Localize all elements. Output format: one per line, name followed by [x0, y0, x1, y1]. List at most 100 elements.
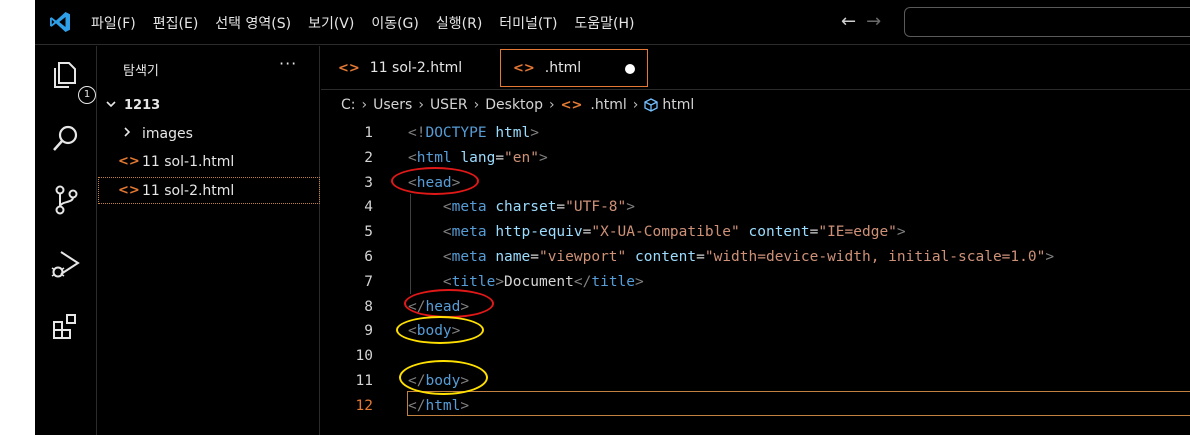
code-line[interactable]: 7 <title>Document</title>: [321, 270, 1190, 295]
code-token: html: [425, 397, 461, 414]
code-token: html: [495, 125, 531, 141]
explorer-icon[interactable]: 1: [49, 58, 96, 104]
code-line[interactable]: 3 <head>: [321, 171, 1190, 196]
code-text: </body>: [408, 369, 469, 394]
tab-html-active[interactable]: <> .html: [500, 49, 648, 87]
code-line[interactable]: 11 </body>: [321, 369, 1190, 394]
explorer-badge: 1: [78, 86, 96, 104]
tree-item-label: 11 sol-2.html: [142, 182, 235, 199]
code-text: <head>: [408, 171, 460, 196]
code-line[interactable]: 4 <meta charset="UTF-8">: [321, 195, 1190, 220]
tree-item-images[interactable]: images: [98, 120, 320, 147]
menu-help[interactable]: 도움말(H): [574, 13, 634, 33]
code-text: <meta http-equiv="X-UA-Compatible" conte…: [408, 220, 906, 245]
back-arrow-icon[interactable]: ←: [841, 11, 856, 32]
more-actions-icon[interactable]: ···: [279, 54, 297, 73]
tree-item-label: 11 sol-1.html: [142, 153, 235, 170]
code-text: <title>Document</title>: [408, 270, 644, 295]
code-line[interactable]: 10: [321, 344, 1190, 369]
code-line[interactable]: 5 <meta http-equiv="X-UA-Compatible" con…: [321, 220, 1190, 245]
code-line[interactable]: 9 <body>: [321, 319, 1190, 344]
code-token: meta: [451, 224, 496, 241]
code-token: <: [442, 224, 452, 241]
breadcrumb-users[interactable]: Users: [373, 97, 412, 113]
code-token: body: [425, 373, 461, 389]
code-token: >: [896, 224, 906, 241]
code-line[interactable]: 6 <meta name="viewport" content="width=d…: [321, 245, 1190, 270]
tab-sol-2[interactable]: <> 11 sol-2.html: [331, 49, 491, 87]
line-number: 3: [364, 174, 373, 191]
explorer-sidebar: 탐색기 ··· 1213 images <> 11 sol-1.html <> …: [98, 46, 320, 435]
code-token: title: [591, 273, 636, 290]
code-text: <html lang="en">: [408, 146, 548, 171]
symbol-element-icon: [644, 98, 659, 112]
activity-bar: 1: [35, 46, 97, 435]
code-token: charset: [495, 199, 557, 216]
breadcrumb-file[interactable]: .html: [590, 97, 626, 113]
code-token: content: [635, 249, 697, 265]
command-center-search[interactable]: [904, 7, 1190, 37]
html-file-icon: <>: [560, 97, 583, 113]
folder-root[interactable]: 1213: [98, 92, 320, 119]
line-number: 4: [364, 199, 373, 216]
unsaved-dot-icon[interactable]: [625, 64, 635, 74]
vscode-logo-icon: [50, 12, 70, 32]
code-token: </: [573, 273, 592, 290]
code-line[interactable]: 2 <html lang="en">: [321, 146, 1190, 171]
code-token: >: [460, 397, 470, 414]
code-token: =: [530, 249, 539, 265]
code-token: meta: [451, 249, 496, 265]
code-line[interactable]: 8 </head>: [321, 295, 1190, 320]
source-control-icon[interactable]: [49, 183, 83, 217]
code-token: >: [530, 125, 539, 141]
code-token: "width=device-width, initial-scale=1.0": [704, 249, 1046, 265]
menu-terminal[interactable]: 터미널(T): [499, 13, 557, 33]
code-token: "X-UA-Compatible": [591, 224, 740, 241]
run-debug-icon[interactable]: [49, 247, 83, 281]
files-icon: [54, 62, 76, 88]
breadcrumb-user[interactable]: USER: [430, 97, 468, 113]
tree-item-sol-1[interactable]: <> 11 sol-1.html: [98, 148, 320, 175]
code-token: <: [442, 273, 452, 290]
code-token: </: [408, 298, 426, 315]
html-file-icon: <>: [118, 183, 140, 198]
breadcrumb-symbol[interactable]: html: [662, 97, 694, 113]
code-token: head: [416, 174, 452, 191]
menu-file[interactable]: 파일(F): [91, 13, 136, 33]
tab-label: .html: [544, 60, 582, 76]
menu-view[interactable]: 보기(V): [308, 13, 354, 33]
code-text: </head>: [408, 295, 469, 320]
code-token: =: [495, 149, 505, 166]
code-text: <meta name="viewport" content="width=dev…: [408, 245, 1054, 270]
code-token: http-equiv: [495, 224, 583, 241]
chevron-down-icon: [104, 98, 118, 113]
menu-selection[interactable]: 선택 영역(S): [215, 13, 291, 33]
code-text: <meta charset="UTF-8">: [408, 195, 635, 220]
tree-item-sol-2[interactable]: <> 11 sol-2.html: [98, 177, 320, 204]
code-token: title: [451, 273, 496, 290]
breadcrumb-drive[interactable]: C:: [341, 97, 356, 113]
line-number: 5: [364, 224, 373, 241]
code-token: lang: [460, 149, 496, 166]
line-number: 8: [364, 298, 373, 315]
code-token: >: [451, 174, 461, 191]
forward-arrow-icon[interactable]: →: [866, 11, 881, 32]
code-token: DOCTYPE: [425, 125, 496, 141]
code-token: >: [626, 199, 635, 216]
line-number: 7: [364, 273, 373, 290]
menu-bar: 파일(F) 편집(E) 선택 영역(S) 보기(V) 이동(G) 실행(R) 터…: [91, 0, 652, 45]
breadcrumb: C: › Users › USER › Desktop › <> .html ›…: [321, 91, 1190, 119]
breadcrumb-desktop[interactable]: Desktop: [485, 97, 543, 113]
code-editor[interactable]: 1 <!DOCTYPE html> 2 <html lang="en"> 3 <head>…: [321, 119, 1190, 435]
code-line[interactable]: 1 <!DOCTYPE html>: [321, 121, 1190, 146]
code-token: >: [1045, 249, 1055, 265]
search-icon[interactable]: [49, 121, 83, 155]
menu-go[interactable]: 이동(G): [371, 13, 419, 33]
menu-edit[interactable]: 편집(E): [153, 13, 199, 33]
menu-run[interactable]: 실행(R): [436, 13, 482, 33]
code-token: >: [538, 149, 548, 166]
code-token: meta: [451, 199, 496, 216]
code-line[interactable]: 12 </html>: [321, 394, 1190, 419]
extensions-icon[interactable]: [49, 310, 83, 344]
